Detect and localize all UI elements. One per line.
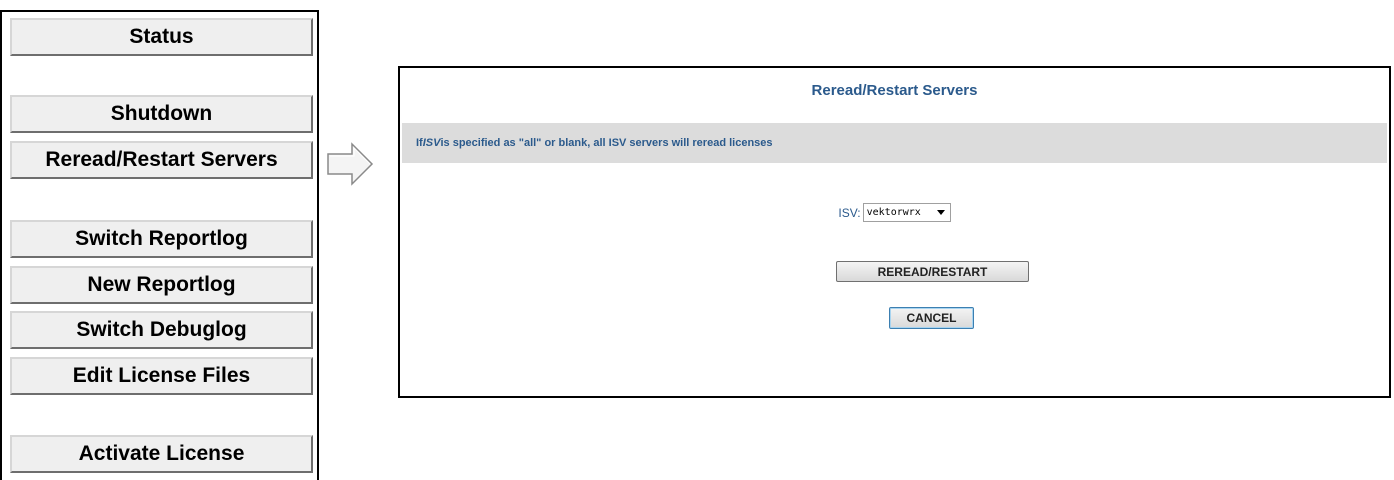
reread-restart-dialog: Reread/Restart Servers If ISV is specifi… [398, 66, 1391, 398]
info-suffix: is specified as "all" or blank, all ISV … [440, 137, 773, 149]
dialog-title: Reread/Restart Servers [811, 82, 978, 99]
shutdown-button[interactable]: Shutdown [10, 95, 313, 133]
edit-license-files-button[interactable]: Edit License Files [10, 357, 313, 395]
isv-select[interactable]: vektorwrx [862, 203, 951, 222]
status-button[interactable]: Status [10, 18, 313, 56]
switch-reportlog-button[interactable]: Switch Reportlog [10, 220, 313, 258]
chevron-down-icon [936, 210, 945, 215]
isv-row: ISV: vektorwrx [400, 203, 1389, 222]
reread-restart-servers-button[interactable]: Reread/Restart Servers [10, 141, 313, 179]
isv-label: ISV: [838, 205, 861, 220]
isv-selected-value: vektorwrx [866, 207, 921, 218]
right-arrow-icon [326, 142, 374, 191]
info-isv: ISV [422, 137, 441, 149]
new-reportlog-button[interactable]: New Reportlog [10, 266, 313, 304]
admin-menu-panel: Status Shutdown Reread/Restart Servers S… [0, 10, 319, 480]
reread-restart-button[interactable]: REREAD/RESTART [836, 261, 1029, 282]
info-prefix: If [416, 137, 423, 149]
activate-license-button[interactable]: Activate License [10, 435, 313, 473]
switch-debuglog-button[interactable]: Switch Debuglog [10, 311, 313, 349]
cancel-button[interactable]: CANCEL [889, 307, 974, 329]
info-bar: If ISV is specified as "all" or blank, a… [402, 123, 1387, 163]
